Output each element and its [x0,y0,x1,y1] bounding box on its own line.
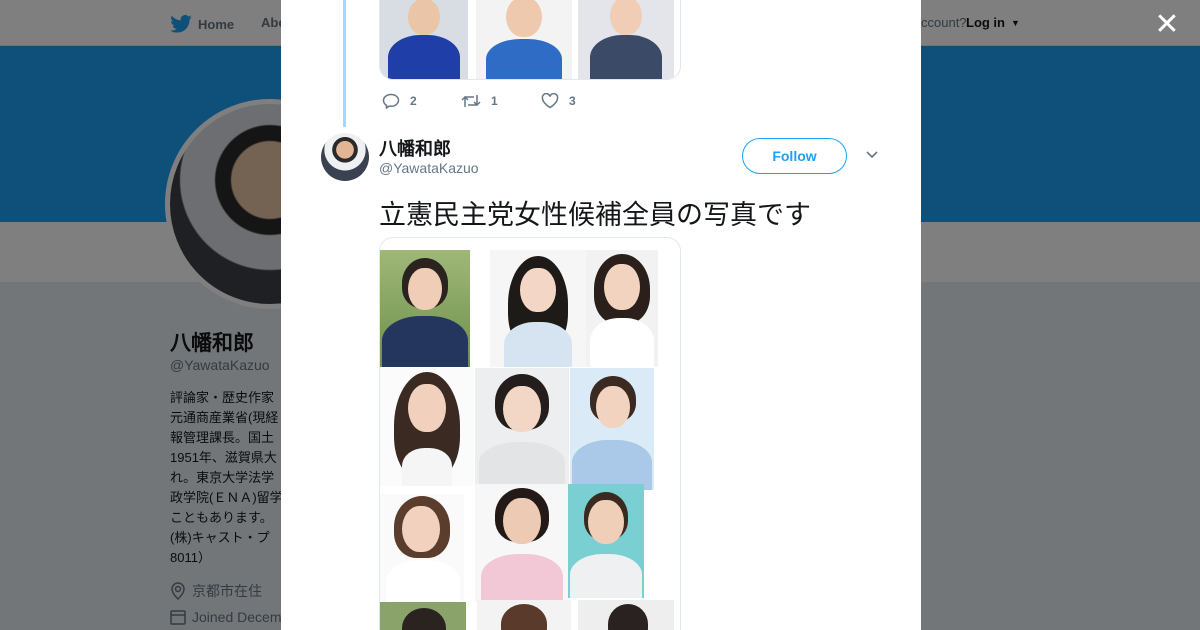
photo-11 [477,600,571,630]
thread-line [343,0,346,127]
reply-button[interactable]: 2 [382,93,417,109]
author-handle[interactable]: @YawataKazuo [379,160,479,176]
tweet-modal: 2 1 3 八幡和郎 @YawataKazuo Follow 立憲民主党女性候補… [281,0,921,630]
photo-7 [380,494,464,604]
heart-icon [541,93,559,109]
prev-tweet-photos[interactable] [379,0,681,80]
prev-photo-2 [476,0,572,79]
photo-9 [568,484,644,598]
photo-10 [380,602,466,630]
close-icon[interactable]: ✕ [1152,10,1182,40]
retweet-count: 1 [491,94,498,108]
photo-12 [578,600,674,630]
reply-icon [382,93,400,109]
photo-4 [380,368,474,486]
prev-photo-3 [578,0,674,79]
tweet-photo-grid[interactable] [379,237,681,630]
photo-1 [380,250,470,367]
chevron-down-icon[interactable] [865,148,879,162]
photo-5 [475,368,569,486]
like-button[interactable]: 3 [541,93,576,109]
retweet-icon [461,95,481,107]
like-count: 3 [569,94,576,108]
photo-2 [490,250,586,367]
author-avatar[interactable] [321,133,369,181]
retweet-button[interactable]: 1 [461,93,498,109]
reply-count: 2 [410,94,417,108]
tweet-text: 立憲民主党女性候補全員の写真です [379,200,811,230]
photo-3 [586,250,658,367]
photo-8 [475,484,569,602]
photo-6 [570,368,654,490]
author-name[interactable]: 八幡和郎 [379,135,451,161]
prev-photo-1 [380,0,468,79]
follow-button[interactable]: Follow [742,138,847,174]
